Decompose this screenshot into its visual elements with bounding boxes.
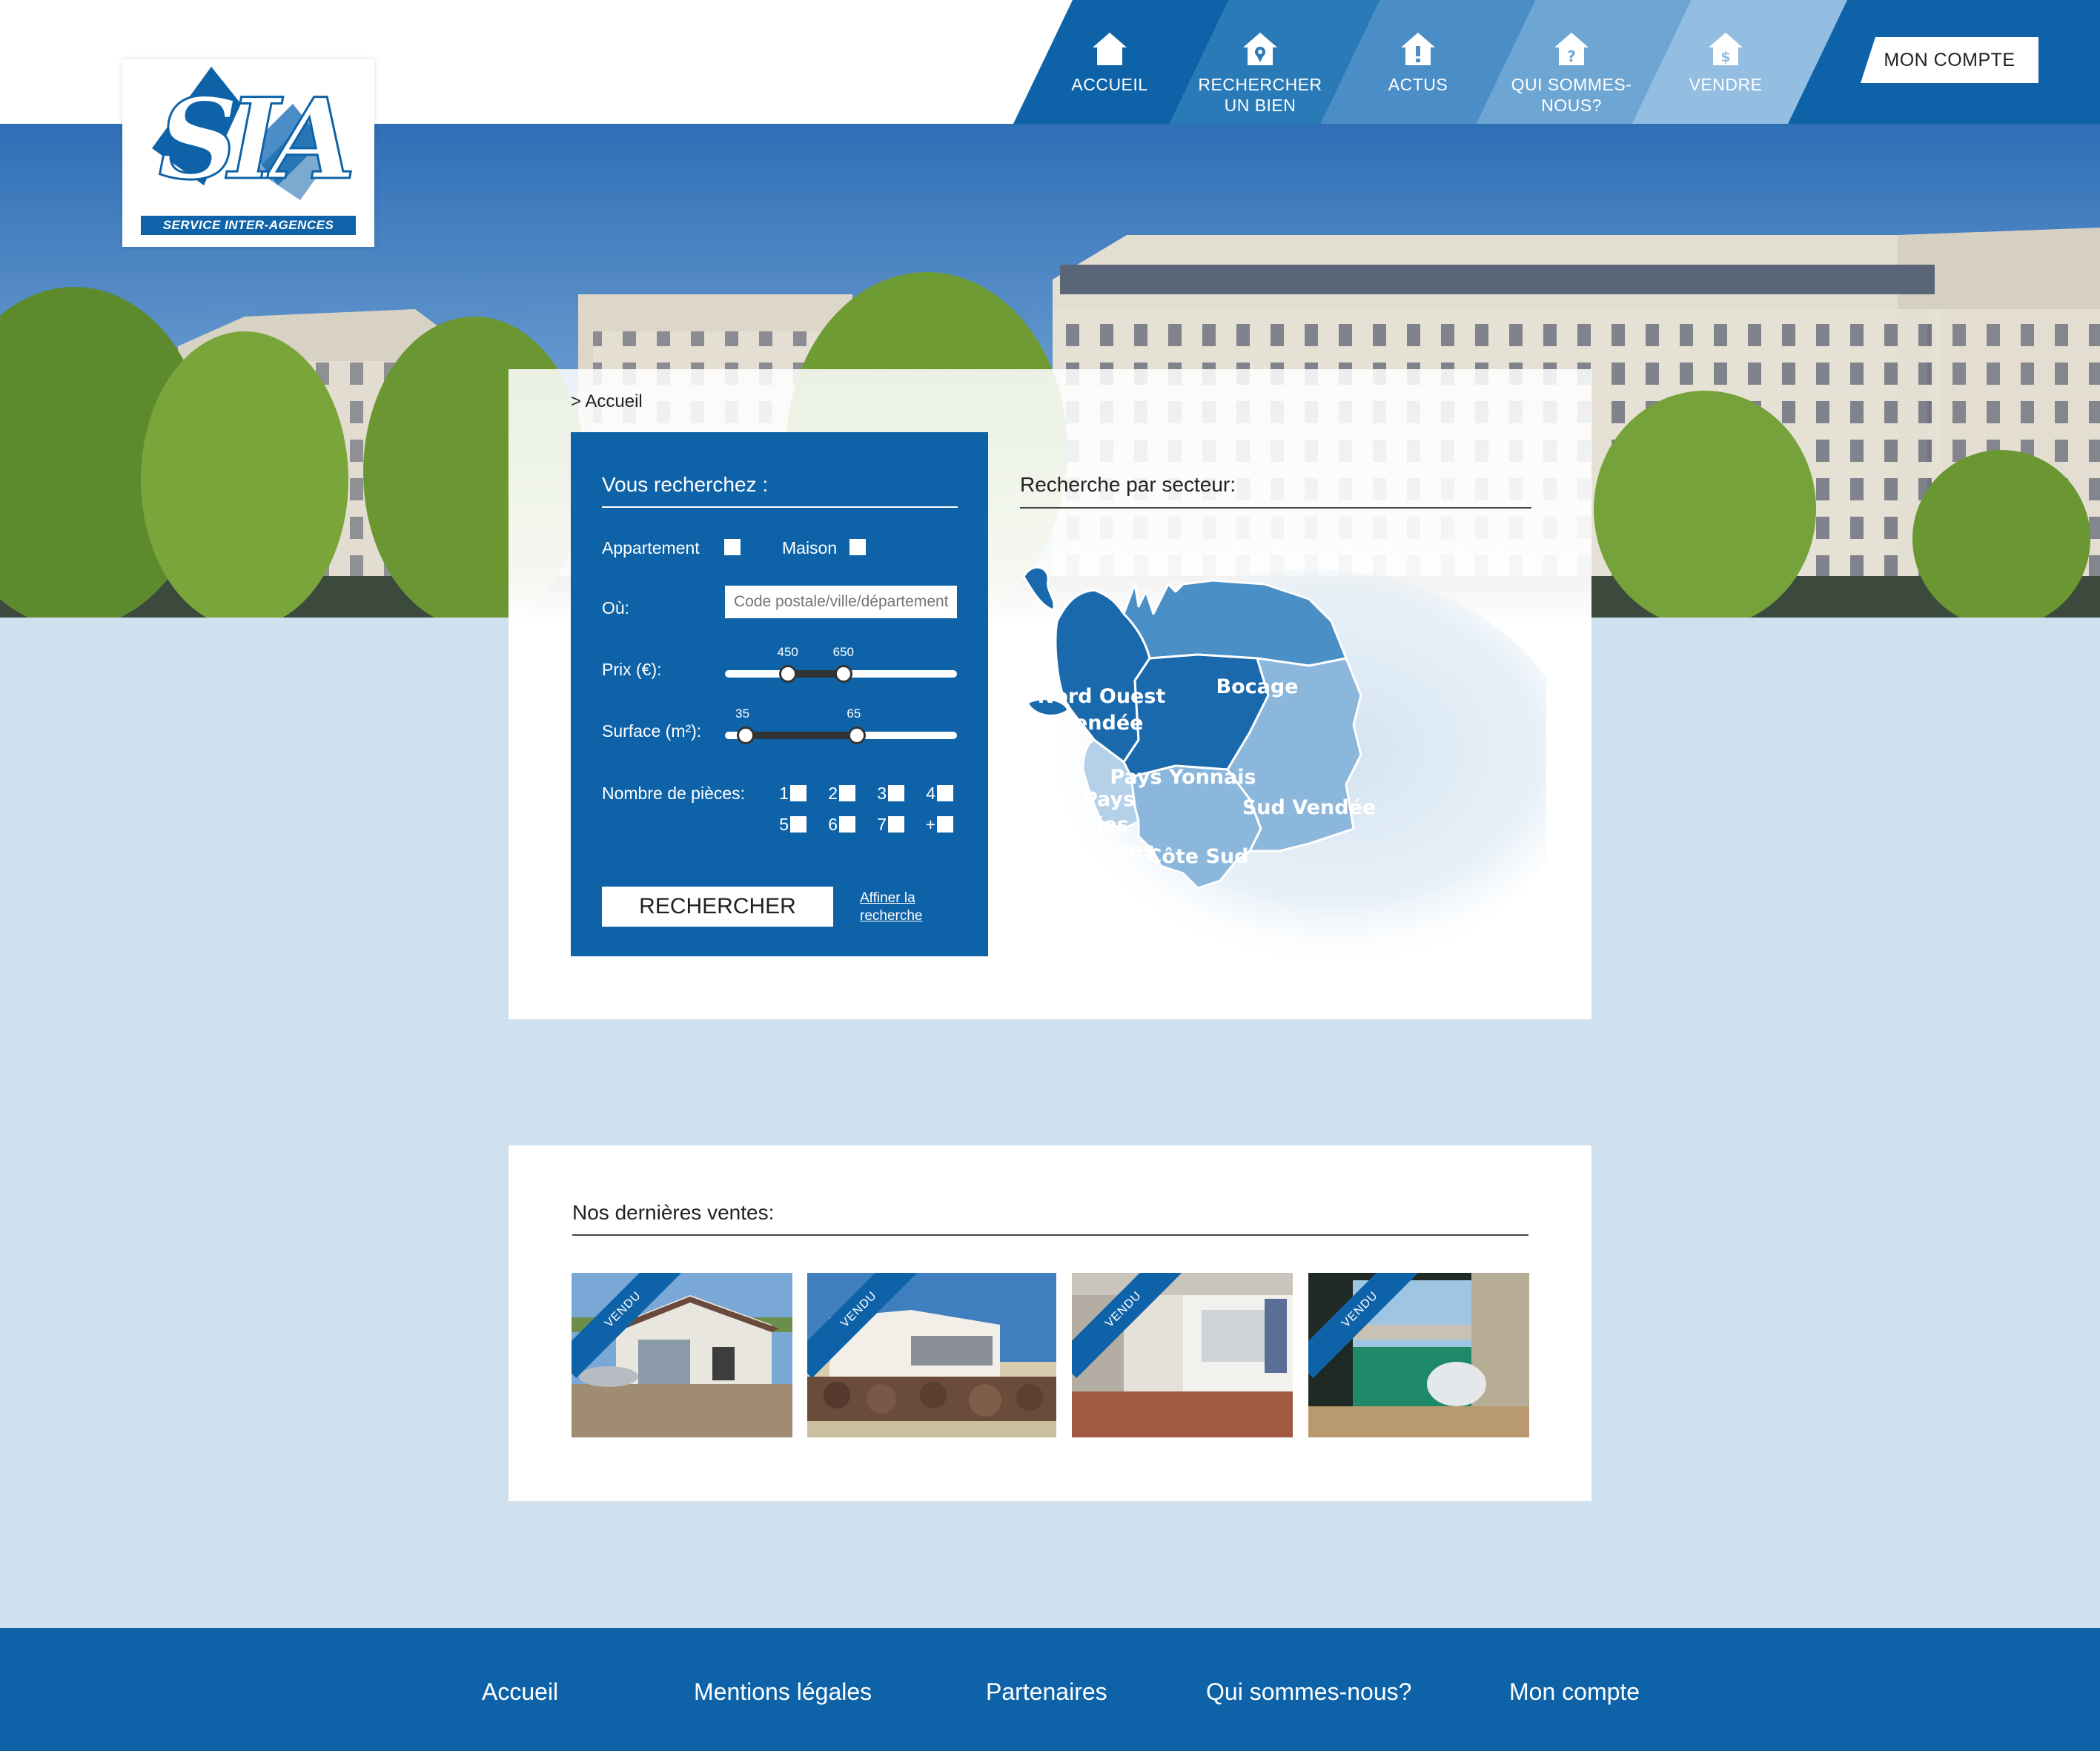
my-account-button[interactable]: MON COMPTE xyxy=(1861,37,2038,83)
rooms-6-checkbox[interactable] xyxy=(839,816,855,833)
balcony-sea-view-photo xyxy=(1308,1273,1529,1437)
svg-text:$: $ xyxy=(1720,49,1730,65)
rooms-7-label: 7 xyxy=(877,815,887,834)
rooms-more-checkbox[interactable] xyxy=(937,816,953,833)
house-with-terrace-photo xyxy=(1072,1273,1293,1437)
rooms-1-checkbox[interactable] xyxy=(790,785,806,801)
location-house-icon xyxy=(1243,33,1277,65)
divider xyxy=(602,506,958,508)
nav-tab-label: VENDRE xyxy=(1689,75,1763,94)
divider xyxy=(572,1234,1528,1236)
latest-sales-panel: Nos dernières ventes: VENDU VENDU VENDU … xyxy=(509,1145,1591,1501)
svg-text:?: ? xyxy=(1567,47,1576,65)
search-form-title: Vous recherchez : xyxy=(602,473,769,496)
price-max-handle[interactable] xyxy=(834,665,852,683)
sia-logo[interactable]: SIA SERVICE INTER-AGENCES xyxy=(122,59,374,247)
divider xyxy=(1020,507,1531,509)
price-label: Prix (€): xyxy=(602,660,662,679)
where-input[interactable] xyxy=(725,586,957,618)
rooms-3-checkbox[interactable] xyxy=(888,785,904,801)
house-with-veranda-photo xyxy=(572,1273,792,1437)
rooms-5-checkbox[interactable] xyxy=(790,816,806,833)
sale-card-3[interactable]: VENDU xyxy=(1072,1273,1293,1437)
rooms-7-checkbox[interactable] xyxy=(888,816,904,833)
surface-slider-range xyxy=(746,732,858,739)
type-house-label: Maison xyxy=(782,538,838,557)
sale-card-2[interactable]: VENDU xyxy=(807,1273,1056,1437)
sia-logo-mark: SIA xyxy=(152,67,363,206)
sale-card-1[interactable]: VENDU xyxy=(572,1273,792,1437)
sector-search-title: Recherche par secteur: xyxy=(1020,473,1236,496)
rooms-2-checkbox[interactable] xyxy=(839,785,855,801)
rooms-more-label: + xyxy=(925,815,935,834)
rooms-4-label: 4 xyxy=(926,784,935,803)
rooms-3-label: 3 xyxy=(877,784,887,803)
nav-tab-vendre[interactable]: $ VENDRE xyxy=(1633,0,1818,124)
question-house-icon: ? xyxy=(1554,33,1589,65)
search-button[interactable]: RECHERCHER xyxy=(602,887,833,927)
price-max-value: 650 xyxy=(832,645,854,659)
surface-min-handle[interactable] xyxy=(737,726,755,744)
footer-link-accueil[interactable]: Accueil xyxy=(482,1678,558,1706)
breadcrumb[interactable]: > Accueil xyxy=(571,391,643,412)
rooms-1-label: 1 xyxy=(779,784,789,803)
logo-letters: SIA xyxy=(159,74,351,205)
surface-max-handle[interactable] xyxy=(848,726,867,744)
where-label: Où: xyxy=(602,598,630,618)
island-noirmoutier xyxy=(1022,566,1056,612)
surface-label: Surface (m²): xyxy=(602,721,702,741)
type-house-checkbox[interactable] xyxy=(849,539,866,555)
surface-max-value: 65 xyxy=(847,706,861,721)
rooms-2-label: 2 xyxy=(828,784,838,803)
rooms-4-checkbox[interactable] xyxy=(937,785,953,801)
footer-link-mentions-legales[interactable]: Mentions légales xyxy=(694,1678,872,1706)
vendee-sector-map: Nord Ouest Vendée Bocage Pays Yonnais Pa… xyxy=(1022,566,1546,970)
price-min-value: 450 xyxy=(777,645,798,659)
beach-villa-photo xyxy=(807,1273,1056,1437)
footer-link-qui-sommes-nous[interactable]: Qui sommes-nous? xyxy=(1206,1678,1411,1706)
price-min-handle[interactable] xyxy=(778,665,797,683)
footer-link-partenaires[interactable]: Partenaires xyxy=(986,1678,1107,1706)
home-icon xyxy=(1093,33,1127,65)
logo-tagline: SERVICE INTER-AGENCES xyxy=(141,216,356,235)
search-panel: > Accueil Vous recherchez : Appartement … xyxy=(509,369,1591,1019)
sell-house-icon: $ xyxy=(1709,33,1743,65)
rooms-5-label: 5 xyxy=(779,815,789,834)
news-house-icon xyxy=(1401,33,1435,65)
sale-card-4[interactable]: VENDU xyxy=(1308,1273,1529,1437)
search-form: Vous recherchez : Appartement Maison Où:… xyxy=(571,432,988,956)
rooms-label: Nombre de pièces: xyxy=(602,784,746,803)
type-apartment-checkbox[interactable] xyxy=(724,539,741,555)
footer-link-mon-compte[interactable]: Mon compte xyxy=(1509,1678,1640,1706)
type-apartment-label: Appartement xyxy=(602,538,700,557)
refine-search-link[interactable]: Affiner la recherche xyxy=(860,890,949,925)
rooms-6-label: 6 xyxy=(828,815,838,834)
latest-sales-title: Nos dernières ventes: xyxy=(572,1201,775,1224)
footer: Accueil Mentions légales Partenaires Qui… xyxy=(0,1628,2100,1751)
surface-min-value: 35 xyxy=(735,706,750,721)
